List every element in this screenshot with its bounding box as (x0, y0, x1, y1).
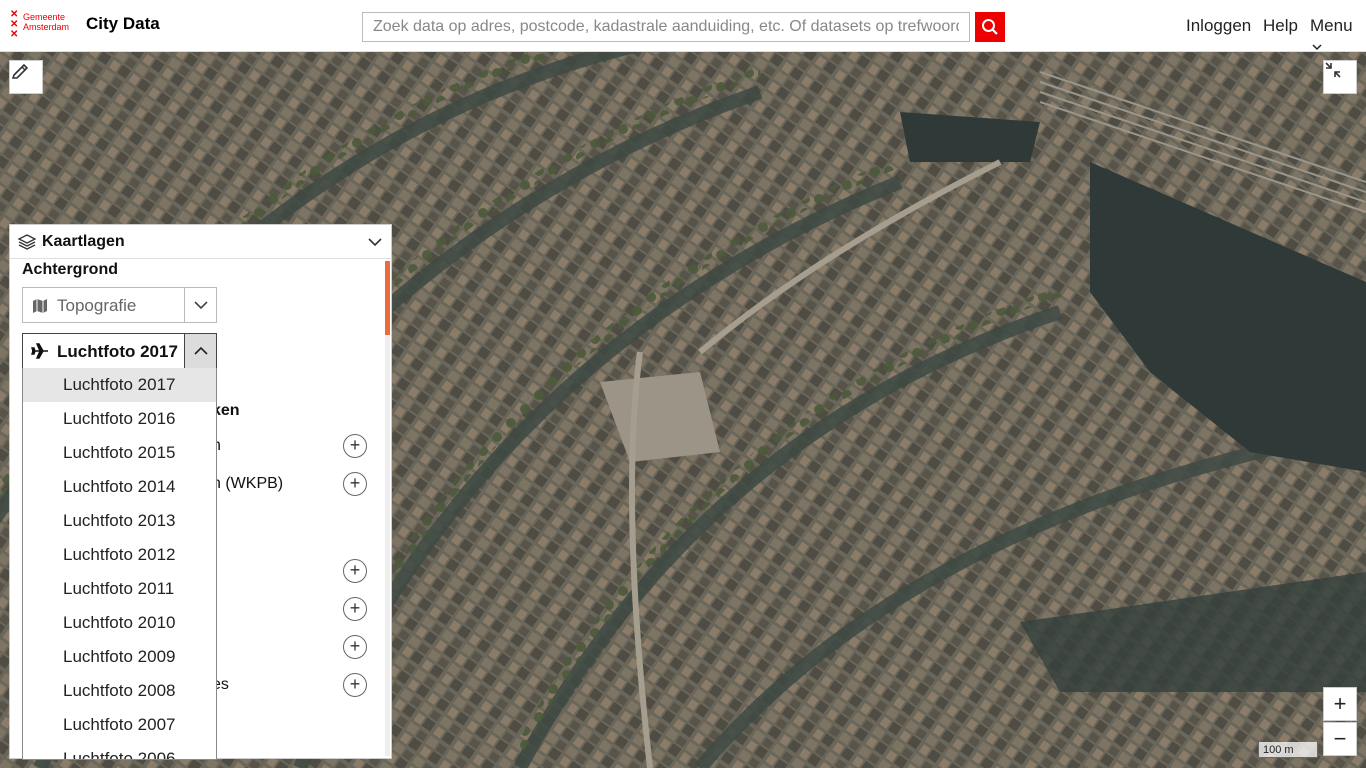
topografie-select-arrow[interactable] (184, 288, 216, 322)
topografie-select[interactable]: Topografie (22, 287, 217, 323)
chevron-up-icon (193, 346, 208, 355)
scale-bar: 100 m (1258, 742, 1318, 758)
option-luchtfoto-2016[interactable]: Luchtfoto 2016 (23, 402, 216, 436)
add-layer-button[interactable]: + (343, 434, 367, 458)
help-link[interactable]: Help (1263, 16, 1298, 36)
app-title[interactable]: City Data (86, 14, 160, 34)
menu-label: Menu (1310, 16, 1353, 35)
scroll-thumb[interactable] (385, 261, 390, 335)
chevron-down-icon[interactable] (368, 237, 382, 247)
zoom-out-button[interactable]: − (1323, 722, 1357, 756)
luchtfoto-select-arrow[interactable] (184, 334, 216, 368)
search-input[interactable] (362, 12, 970, 42)
collapse-map-button[interactable] (1323, 60, 1357, 94)
option-luchtfoto-2009[interactable]: Luchtfoto 2009 (23, 640, 216, 674)
city-data-app: ✕✕✕ Gemeente Amsterdam City Data Inlogge… (0, 0, 1366, 768)
search-icon (982, 19, 998, 35)
option-luchtfoto-2012[interactable]: Luchtfoto 2012 (23, 538, 216, 572)
logo-text: Gemeente Amsterdam (23, 12, 69, 32)
add-layer-button[interactable]: + (343, 472, 367, 496)
option-luchtfoto-2014[interactable]: Luchtfoto 2014 (23, 470, 216, 504)
luchtfoto-label: Luchtfoto 2017 (57, 342, 178, 361)
draw-tool-button[interactable] (9, 60, 43, 94)
plane-icon (31, 343, 48, 359)
logo-line2: Amsterdam (23, 22, 70, 32)
add-layer-button[interactable]: + (343, 673, 367, 697)
luchtfoto-select[interactable]: Luchtfoto 2017 (22, 333, 217, 369)
add-layer-button[interactable]: + (343, 559, 367, 583)
option-luchtfoto-2010[interactable]: Luchtfoto 2010 (23, 606, 216, 640)
add-layer-button[interactable]: + (343, 635, 367, 659)
search-button[interactable] (975, 12, 1005, 42)
draw-icon (11, 63, 29, 79)
option-luchtfoto-2013[interactable]: Luchtfoto 2013 (23, 504, 216, 538)
gemeente-amsterdam-logo[interactable]: ✕ ✕ ✕ Gemeente Amsterdam (10, 10, 80, 42)
section-title-background: Achtergrond (22, 261, 118, 278)
logo-line1: Gemeente (23, 12, 66, 22)
option-luchtfoto-2015[interactable]: Luchtfoto 2015 (23, 436, 216, 470)
panel-title: Kaartlagen (42, 233, 125, 250)
logo-crosses: ✕ ✕ ✕ (10, 9, 19, 40)
chevron-down-icon (193, 301, 208, 310)
top-header: ✕✕✕ Gemeente Amsterdam City Data Inlogge… (0, 0, 1366, 52)
panel-header[interactable]: Kaartlagen (10, 225, 391, 259)
option-luchtfoto-2011[interactable]: Luchtfoto 2011 (23, 572, 216, 606)
add-layer-button[interactable]: + (343, 597, 367, 621)
zoom-in-button[interactable]: + (1323, 687, 1357, 721)
option-luchtfoto-2007[interactable]: Luchtfoto 2007 (23, 708, 216, 742)
collapse-icon (1325, 62, 1341, 78)
chevron-down-icon (1312, 44, 1322, 51)
option-luchtfoto-2008[interactable]: Luchtfoto 2008 (23, 674, 216, 708)
login-link[interactable]: Inloggen (1186, 16, 1251, 36)
topografie-label: Topografie (57, 296, 137, 315)
layers-icon (18, 234, 36, 250)
map-icon (33, 299, 47, 313)
option-luchtfoto-2006[interactable]: Luchtfoto 2006 (23, 742, 216, 759)
panel-scrollbar[interactable] (385, 261, 390, 756)
option-luchtfoto-2017[interactable]: Luchtfoto 2017 (23, 368, 216, 402)
menu-button[interactable]: Menu (1310, 16, 1366, 56)
partial-layer-2: n (WKPB) (212, 475, 284, 492)
luchtfoto-options-list: Luchtfoto 2017 Luchtfoto 2016 Luchtfoto … (22, 368, 217, 760)
